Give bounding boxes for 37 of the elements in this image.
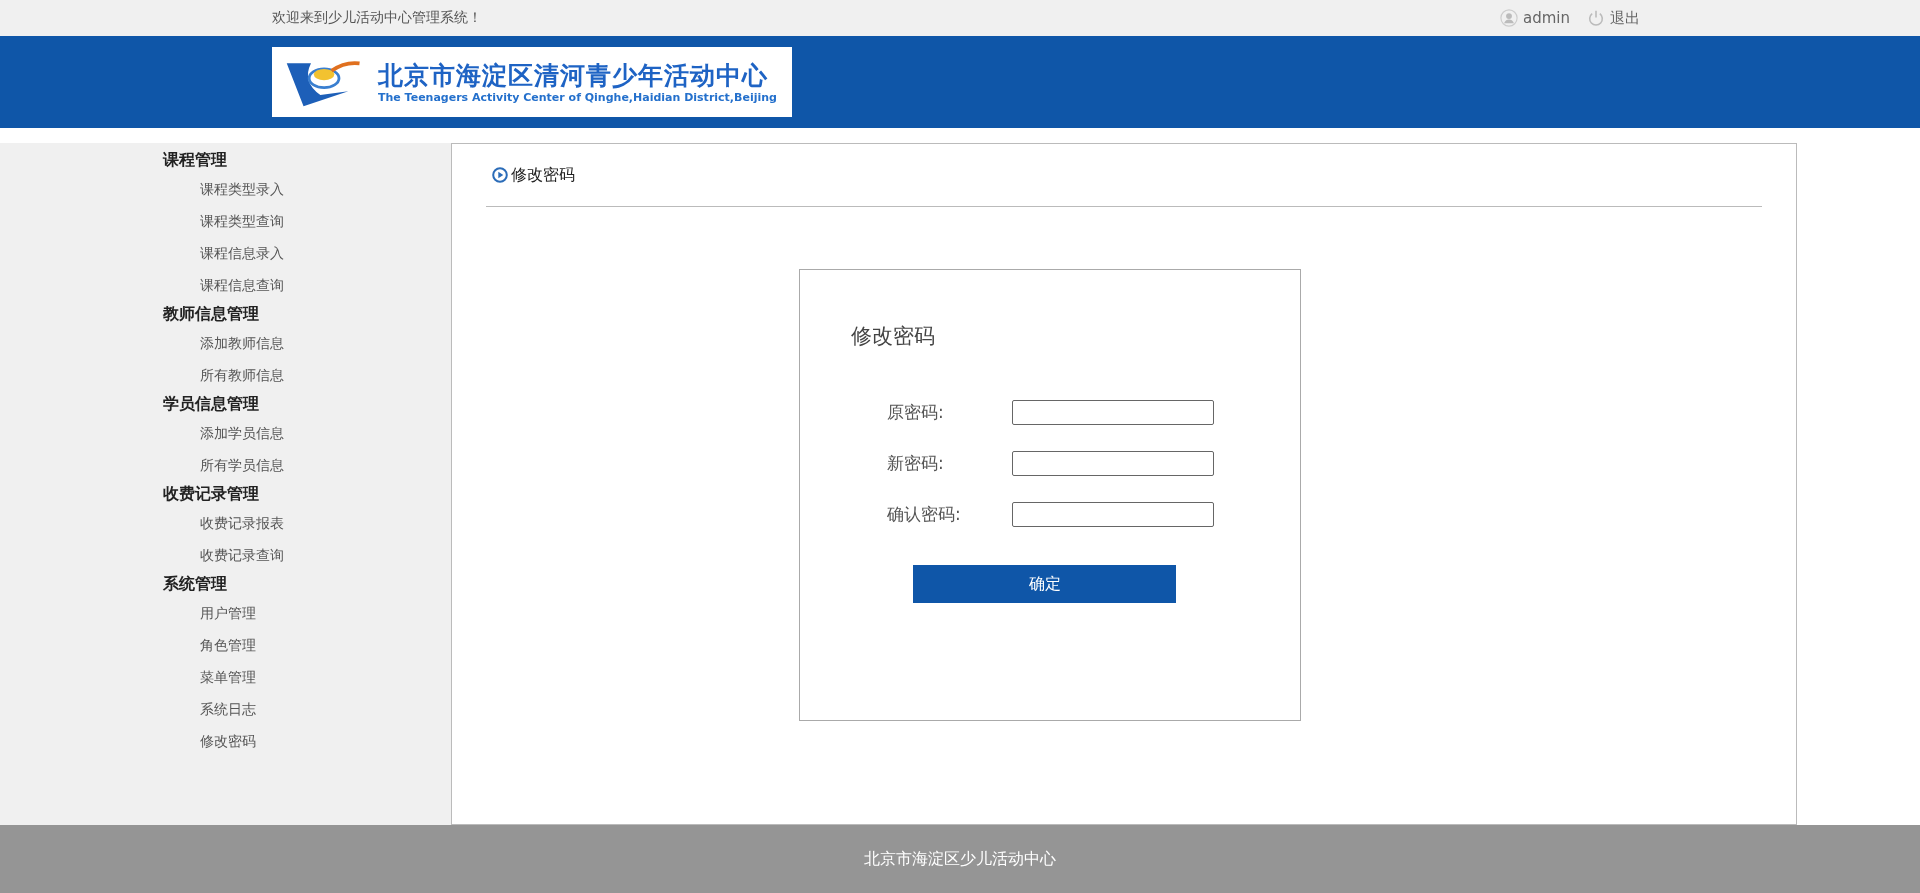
sidebar-item[interactable]: 所有学员信息: [163, 449, 284, 481]
footer-text: 北京市海淀区少儿活动中心: [864, 848, 1056, 870]
play-icon: [492, 167, 508, 183]
submit-button[interactable]: 确定: [913, 565, 1176, 603]
sidebar-item[interactable]: 课程类型查询: [163, 205, 284, 237]
password-field[interactable]: [1012, 451, 1214, 476]
field-label: 确认密码:: [887, 503, 962, 526]
password-field[interactable]: [1012, 502, 1214, 527]
logo-title: 北京市海淀区清河青少年活动中心: [378, 60, 769, 91]
sidebar-group-heading: 课程管理: [163, 149, 228, 171]
user-icon: [1500, 9, 1518, 27]
sidebar-group-heading: 收费记录管理: [163, 483, 260, 505]
sidebar-item[interactable]: 修改密码: [163, 725, 256, 757]
sidebar-item[interactable]: 收费记录报表: [163, 507, 284, 539]
sidebar-item[interactable]: 系统日志: [163, 693, 256, 725]
field-label: 原密码:: [887, 401, 945, 424]
sidebar-item[interactable]: 添加学员信息: [163, 417, 284, 449]
password-field[interactable]: [1012, 400, 1214, 425]
sidebar-item[interactable]: 角色管理: [163, 629, 256, 661]
welcome-text: 欢迎来到少儿活动中心管理系统！: [272, 9, 482, 27]
sidebar-group-heading: 系统管理: [163, 573, 228, 595]
logo-subtitle: The Teenagers Activity Center of Qinghe,Haidian District,Beijing: [378, 90, 777, 104]
sidebar-item[interactable]: 收费记录查询: [163, 539, 284, 571]
sidebar-item[interactable]: 用户管理: [163, 597, 256, 629]
sidebar-item[interactable]: 课程类型录入: [163, 173, 284, 205]
sidebar-group-heading: 学员信息管理: [163, 393, 260, 415]
sidebar-item[interactable]: 所有教师信息: [163, 359, 284, 391]
field-label: 新密码:: [887, 452, 945, 475]
sidebar-item[interactable]: 课程信息录入: [163, 237, 284, 269]
sidebar-item[interactable]: 课程信息查询: [163, 269, 284, 301]
sidebar-item[interactable]: 菜单管理: [163, 661, 256, 693]
logout-link[interactable]: 退出: [1610, 8, 1640, 28]
form-title: 修改密码: [851, 323, 935, 350]
username-link[interactable]: admin: [1523, 9, 1570, 27]
sidebar-group-heading: 教师信息管理: [163, 303, 260, 325]
sidebar-item[interactable]: 添加教师信息: [163, 327, 284, 359]
page-heading: 修改密码: [511, 164, 575, 186]
